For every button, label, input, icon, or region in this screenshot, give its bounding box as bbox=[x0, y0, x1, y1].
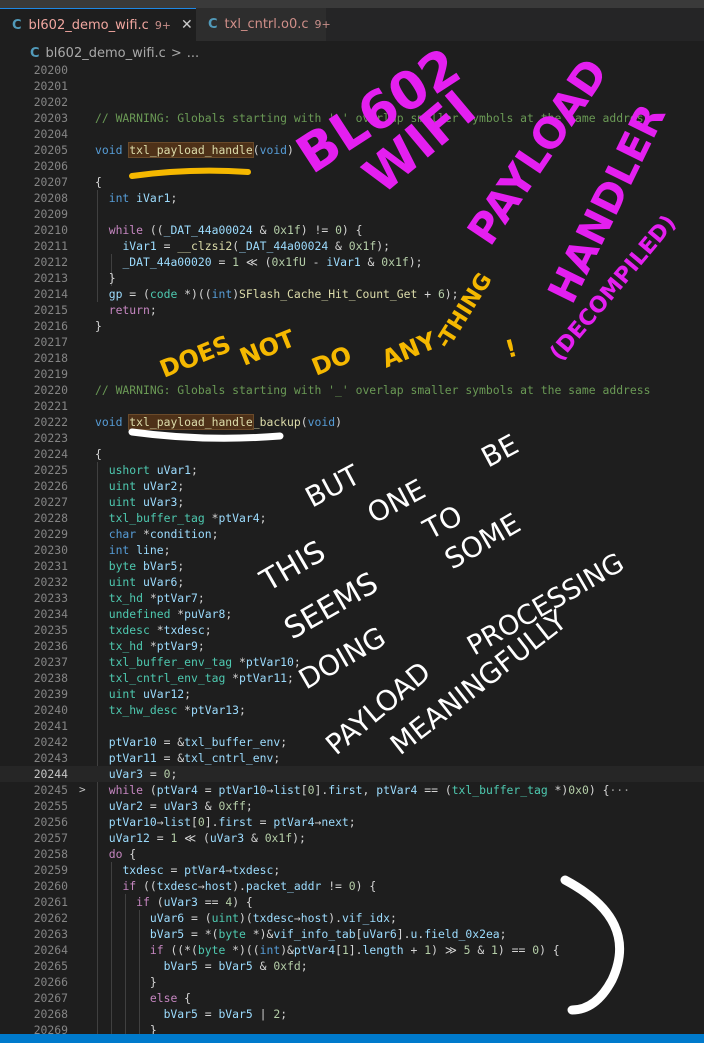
annotation-note: DO bbox=[308, 340, 356, 381]
bracket-stroke bbox=[560, 875, 625, 1015]
handwritten-annotations: BL602 WIFI PAYLOAD HANDLER (DECOMPILED) … bbox=[128, 37, 681, 1015]
annotation-note: ! bbox=[502, 334, 520, 364]
annotation-note: BE bbox=[476, 428, 524, 474]
annotation-note: BUT bbox=[300, 458, 366, 514]
annotation-note: DOES bbox=[156, 330, 235, 384]
annotation-note: -THING bbox=[432, 269, 498, 353]
underline-stroke bbox=[128, 428, 284, 442]
annotation-note: THIS bbox=[254, 534, 332, 599]
annotation-note: ANY bbox=[378, 326, 441, 373]
status-bar bbox=[0, 1034, 704, 1043]
annotation-note: NOT bbox=[236, 324, 300, 371]
underline-stroke bbox=[129, 167, 251, 179]
